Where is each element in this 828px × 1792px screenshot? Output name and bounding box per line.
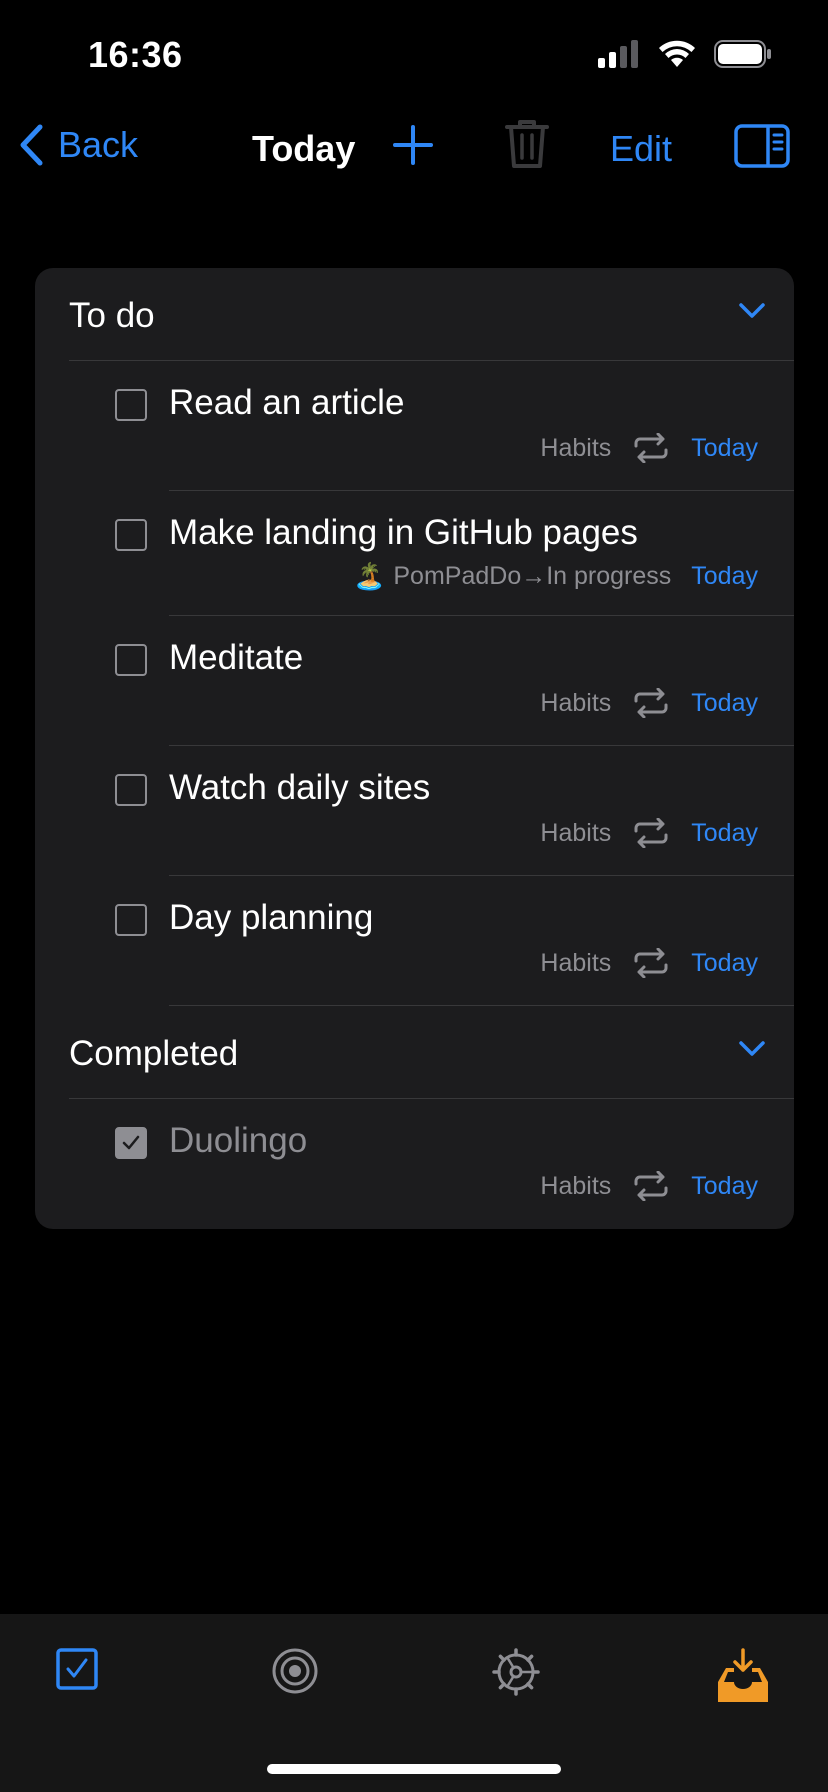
task-list-card: To do Read an article Habits Today Make … <box>35 268 794 1229</box>
section-header-todo[interactable]: To do <box>35 268 794 360</box>
trash-icon <box>505 120 549 168</box>
tab-tasks[interactable] <box>56 1648 98 1695</box>
nav-bar: Back Today Edit <box>0 112 828 184</box>
task-list-name: Habits <box>540 818 612 847</box>
repeat-icon <box>633 818 669 848</box>
home-indicator <box>267 1764 561 1774</box>
target-icon <box>272 1648 318 1694</box>
task-meta: Habits Today <box>540 1171 758 1201</box>
checkbox-icon <box>56 1648 98 1690</box>
checkmark-icon <box>122 1135 140 1150</box>
repeat-icon <box>633 1171 669 1201</box>
task-list-name: Habits <box>540 948 612 977</box>
battery-icon <box>714 40 771 68</box>
section-title: To do <box>69 296 155 335</box>
plus-icon <box>393 125 433 165</box>
cellular-signal-icon <box>598 40 638 68</box>
sidebar-toggle-button[interactable] <box>734 124 790 173</box>
task-due-date[interactable]: Today <box>691 689 758 718</box>
status-time: 16:36 <box>88 34 183 75</box>
task-list-name: Habits <box>540 433 612 462</box>
task-title: Day planning <box>169 898 374 937</box>
repeat-icon <box>633 688 669 718</box>
task-checkbox[interactable] <box>115 774 147 806</box>
back-button[interactable]: Back <box>18 124 138 166</box>
sidebar-right-icon <box>734 124 790 168</box>
task-row[interactable]: Make landing in GitHub pages 🏝️ PomPadDo… <box>35 491 794 615</box>
task-checkbox[interactable] <box>115 519 147 551</box>
chevron-down-icon[interactable] <box>738 302 766 320</box>
project-emoji: 🏝️ <box>353 561 386 591</box>
status-icons <box>598 40 772 68</box>
page-title: Today <box>252 128 356 169</box>
task-due-date[interactable]: Today <box>691 434 758 463</box>
task-meta: Habits Today <box>540 948 758 978</box>
task-row[interactable]: Watch daily sites Habits Today <box>35 746 794 875</box>
tab-settings[interactable] <box>492 1648 540 1701</box>
task-title: Duolingo <box>169 1121 308 1160</box>
delete-button[interactable] <box>505 118 549 175</box>
task-meta: Habits Today <box>540 688 758 718</box>
task-due-date[interactable]: Today <box>691 949 758 978</box>
task-row[interactable]: Duolingo Habits Today <box>35 1099 794 1228</box>
section-title: Completed <box>69 1034 239 1073</box>
section-header-completed[interactable]: Completed <box>35 1006 794 1098</box>
tab-inbox[interactable] <box>716 1648 770 1709</box>
chevron-left-icon <box>20 124 43 166</box>
gear-icon <box>492 1648 540 1696</box>
task-checkbox[interactable] <box>115 644 147 676</box>
task-title: Read an article <box>169 383 405 422</box>
task-meta: Habits Today <box>540 818 758 848</box>
repeat-icon <box>633 948 669 978</box>
wifi-icon <box>659 40 695 67</box>
task-checkbox[interactable] <box>115 904 147 936</box>
task-row[interactable]: Read an article Habits Today <box>35 361 794 490</box>
status-bar: 16:36 <box>0 0 828 100</box>
task-row[interactable]: Day planning Habits Today <box>35 876 794 1005</box>
task-checkbox[interactable] <box>115 389 147 421</box>
chevron-down-icon[interactable] <box>738 1040 766 1058</box>
task-row[interactable]: Meditate Habits Today <box>35 616 794 745</box>
inbox-icon <box>718 1648 768 1702</box>
edit-button[interactable]: Edit <box>610 128 672 170</box>
task-due-date[interactable]: Today <box>691 562 758 591</box>
task-project-name: PomPadDo→In progress <box>393 562 672 590</box>
add-task-button[interactable] <box>392 124 434 171</box>
task-due-date[interactable]: Today <box>691 1172 758 1201</box>
task-title: Watch daily sites <box>169 768 431 807</box>
task-due-date[interactable]: Today <box>691 819 758 848</box>
task-checkbox-checked[interactable] <box>115 1127 147 1159</box>
tab-focus[interactable] <box>272 1648 318 1699</box>
task-title: Make landing in GitHub pages <box>169 513 638 552</box>
repeat-icon <box>633 433 669 463</box>
back-button-label: Back <box>58 124 139 165</box>
task-list-name: Habits <box>540 1171 612 1200</box>
task-meta: Habits Today <box>540 433 758 463</box>
task-title: Meditate <box>169 638 304 677</box>
task-meta: 🏝️ PomPadDo→In progress Today <box>353 561 758 592</box>
task-list-name: Habits <box>540 688 612 717</box>
